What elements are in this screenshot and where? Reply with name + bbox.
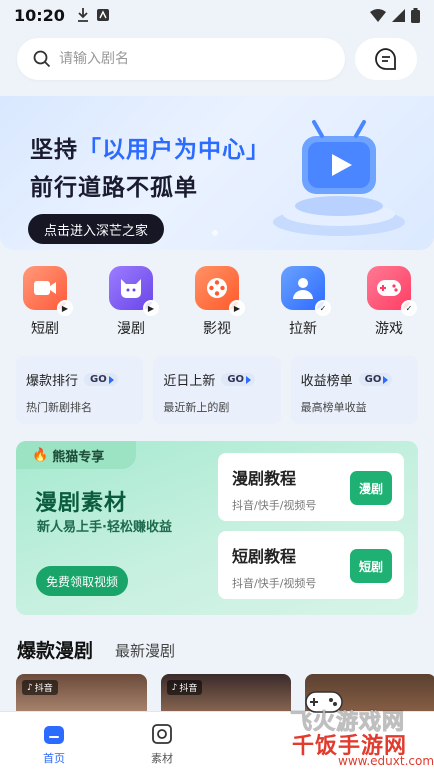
banner-subheadline: 前行道路不孤单	[30, 175, 198, 201]
promo-banner[interactable]: 坚持「以用户为中心」 前行道路不孤单 点击进入深芒之家	[0, 96, 434, 250]
category-grid: ▶ 短剧 ▶ 漫剧 ▶ 影视 ✓ 拉新 ✓ 游戏	[12, 266, 422, 338]
play-badge-icon: ▶	[229, 300, 245, 316]
category-icon-tile: ▶	[195, 266, 245, 316]
ranking-card-title-row: 爆款排行 GO	[26, 370, 133, 389]
play-badge-icon: ▶	[57, 300, 73, 316]
gamepad-icon	[377, 280, 401, 296]
status-time: 10:20	[14, 5, 65, 25]
ranking-card-subtitle: 热门新剧排名	[26, 401, 92, 414]
film-reel-icon	[207, 278, 227, 298]
status-bar: 10:20	[0, 0, 434, 30]
check-badge-icon: ✓	[315, 300, 331, 316]
ranking-card-hot[interactable]: 爆款排行 GO 热门新剧排名	[16, 356, 144, 424]
material-icon	[150, 722, 174, 746]
tv-play-illustration	[273, 120, 405, 236]
ranking-card-earnings[interactable]: 收益榜单 GO 最高榜单收益	[290, 356, 418, 424]
user-add-icon	[293, 278, 313, 299]
category-icon-tile: ▶	[109, 266, 159, 316]
category-icon-tile: ✓	[281, 266, 331, 316]
category-games[interactable]: ✓ 游戏	[356, 266, 422, 338]
platform-tag: ♪ 抖音	[166, 680, 203, 695]
category-film-tv[interactable]: ▶ 影视	[184, 266, 250, 338]
search-icon	[33, 50, 51, 68]
category-icon-tile: ✓	[367, 266, 417, 316]
check-badge-icon: ✓	[401, 300, 417, 316]
promo-tag: 🔥 熊猫专享	[16, 441, 136, 469]
pagination-dot	[212, 230, 218, 236]
category-label: 拉新	[289, 321, 317, 337]
promo-subtitle: 新人易上手·轻松赚收益	[37, 520, 172, 535]
cat-icon	[121, 279, 141, 298]
arrow-right-icon	[246, 375, 252, 384]
banner-pagination	[212, 230, 218, 236]
category-label: 短剧	[31, 321, 59, 337]
banner-headline-prefix: 坚持	[30, 137, 78, 163]
category-label: 漫剧	[117, 321, 145, 337]
go-badge: GO	[358, 373, 393, 386]
go-badge: GO	[221, 373, 256, 386]
fire-icon: 🔥	[32, 447, 49, 463]
tab-latest-comic[interactable]: 最新漫剧	[115, 640, 175, 663]
douyin-icon: ♪	[27, 682, 33, 693]
ranking-card-title-row: 近日上新 GO	[163, 370, 270, 389]
ranking-card-new[interactable]: 近日上新 GO 最近新上的剧	[153, 356, 281, 424]
home-icon	[42, 722, 66, 746]
nav-home[interactable]: 首页	[0, 712, 108, 771]
category-label: 游戏	[375, 321, 403, 337]
watermark-url: www.eduxt.com	[338, 754, 434, 768]
tutorial-comic-button[interactable]: 漫剧	[350, 471, 392, 505]
battery-icon	[411, 7, 420, 23]
ranking-card-title: 爆款排行	[26, 374, 79, 389]
nav-material-label: 素材	[151, 752, 173, 765]
category-short-drama[interactable]: ▶ 短剧	[12, 266, 78, 338]
message-button[interactable]	[355, 38, 417, 80]
search-row	[17, 38, 417, 82]
section-tabs: 爆款漫剧 最新漫剧	[17, 636, 175, 663]
ranking-card-title: 近日上新	[163, 374, 216, 389]
tutorial-short-button[interactable]: 短剧	[350, 549, 392, 583]
tutorial-card-short[interactable]: 短剧教程 抖音/快手/视频号 短剧	[218, 531, 404, 599]
arrow-right-icon	[108, 375, 114, 384]
camera-icon	[34, 281, 56, 295]
search-bar[interactable]	[17, 38, 345, 80]
banner-headline-highlight: 「以用户为中心」	[78, 137, 270, 163]
ranking-card-subtitle: 最近新上的剧	[163, 401, 230, 414]
wifi-icon	[370, 8, 386, 22]
search-input[interactable]	[59, 51, 299, 67]
tab-hot-comic[interactable]: 爆款漫剧	[17, 636, 93, 663]
category-comic-drama[interactable]: ▶ 漫剧	[98, 266, 164, 338]
go-badge: GO	[84, 373, 118, 386]
ranking-card-subtitle: 最高榜单收益	[300, 401, 367, 414]
watermark-logo: 飞火游戏网 千饭手游网 www.eduxt.com	[254, 691, 434, 771]
status-system-icons	[370, 7, 420, 23]
promo-tag-label: 熊猫专享	[52, 449, 105, 465]
category-icon-tile: ▶	[23, 266, 73, 316]
category-referral[interactable]: ✓ 拉新	[270, 266, 336, 338]
chat-bubble-icon	[375, 48, 396, 70]
nav-material[interactable]: 素材	[108, 712, 216, 771]
douyin-icon: ♪	[171, 682, 178, 693]
free-video-button[interactable]: 免费领取视频	[36, 566, 129, 596]
ranking-card-title-row: 收益榜单 GO	[301, 370, 408, 389]
banner-cta-button[interactable]: 点击进入深芒之家	[28, 214, 165, 244]
app-notification-icon	[96, 9, 109, 21]
ranking-cards: 爆款排行 GO 热门新剧排名 近日上新 GO 最近新上的剧 收益榜单 GO 最高…	[16, 356, 418, 424]
category-label: 影视	[203, 321, 231, 337]
promo-title: 漫剧素材	[35, 491, 128, 516]
material-promo-card: 🔥 熊猫专享 漫剧素材 新人易上手·轻松赚收益 免费领取视频 漫剧教程 抖音/快…	[16, 441, 418, 615]
banner-headline: 坚持「以用户为中心」	[30, 130, 270, 164]
download-icon	[77, 8, 88, 22]
platform-tag: ♪ 抖音	[22, 680, 58, 695]
nav-home-label: 首页	[43, 752, 65, 765]
play-badge-icon: ▶	[143, 300, 159, 316]
tutorial-card-comic[interactable]: 漫剧教程 抖音/快手/视频号 漫剧	[218, 453, 404, 521]
arrow-right-icon	[383, 375, 389, 384]
signal-icon	[392, 8, 405, 22]
ranking-card-title: 收益榜单	[300, 374, 353, 389]
status-notification-icons	[77, 8, 109, 22]
